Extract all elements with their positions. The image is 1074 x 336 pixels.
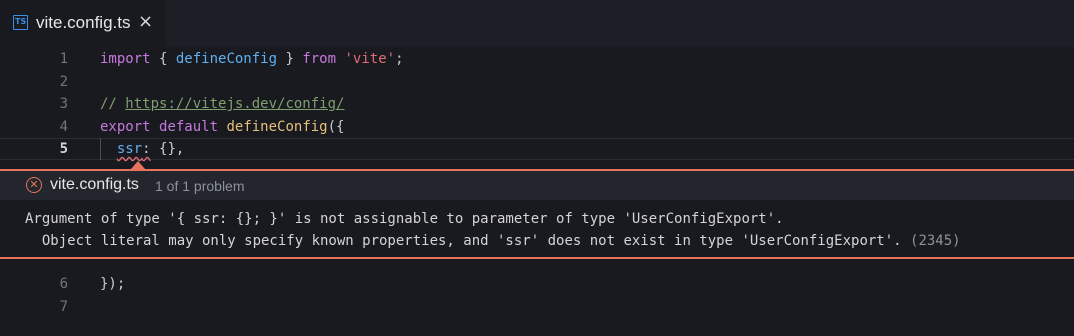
code-token: // xyxy=(100,96,126,112)
code-token: }); xyxy=(100,276,126,292)
code-line[interactable]: 1 import { defineConfig } from 'vite'; xyxy=(0,48,1074,70)
error-code: (2345) xyxy=(901,233,961,249)
code-token: : xyxy=(142,141,151,157)
code-token: { xyxy=(150,51,176,67)
code-token: from xyxy=(302,51,337,67)
line-number: 1 xyxy=(59,51,68,67)
close-icon[interactable]: × xyxy=(138,11,153,32)
code-token: {}, xyxy=(150,141,185,157)
line-number: 2 xyxy=(59,73,68,90)
tab-vite-config[interactable]: TS vite.config.ts × xyxy=(0,0,166,46)
code-token: defineConfig xyxy=(226,118,328,135)
typescript-file-icon: TS xyxy=(13,15,28,30)
peek-body: Argument of type '{ ssr: {}; }' is not a… xyxy=(0,200,1074,257)
code-token: 'vite' xyxy=(344,51,396,67)
code-line[interactable]: 5 ssr: {}, xyxy=(0,138,1074,160)
peek-problem-count: 1 of 1 problem xyxy=(155,178,245,194)
code-token: default xyxy=(159,118,219,135)
peek-header: ✕ vite.config.ts 1 of 1 problem xyxy=(0,171,1074,200)
code-token: import xyxy=(100,51,151,67)
code-line[interactable]: 2 xyxy=(0,71,1074,93)
code-token: ; xyxy=(395,51,404,67)
code-text: export default defineConfig({ xyxy=(100,116,344,138)
code-text: ssr: {}, xyxy=(100,138,184,160)
code-token: ssr xyxy=(116,141,143,157)
tab-label: vite.config.ts xyxy=(36,13,131,32)
line-number: 5 xyxy=(59,141,68,157)
code-line[interactable]: 4 export default defineConfig({ xyxy=(0,116,1074,138)
code-text: // https://vitejs.dev/config/ xyxy=(100,93,344,115)
code-token: ({ xyxy=(327,118,345,135)
code-text: import { defineConfig } from 'vite'; xyxy=(100,48,404,70)
error-message-text: Object literal may only specify known pr… xyxy=(25,233,902,249)
code-line[interactable]: 7 xyxy=(0,296,1074,318)
error-message-line-1: Argument of type '{ ssr: {}; }' is not a… xyxy=(25,211,784,227)
code-line[interactable]: 6}); xyxy=(0,273,1074,295)
code-token: } xyxy=(277,51,303,67)
code-line[interactable]: 3 // https://vitejs.dev/config/ xyxy=(0,93,1074,115)
error-message-line-2: Object literal may only specify known pr… xyxy=(25,233,961,249)
tab-bar: TS vite.config.ts × xyxy=(0,0,1074,46)
peek-arrow xyxy=(131,161,145,169)
error-circle-icon: ✕ xyxy=(26,177,42,193)
line-number: 4 xyxy=(59,118,68,135)
code-token: https://vitejs.dev/config/ xyxy=(125,96,345,112)
peek-file-name[interactable]: vite.config.ts xyxy=(50,176,139,194)
code-token: defineConfig xyxy=(175,51,278,67)
line-number: 6 xyxy=(59,276,68,292)
code-token: export xyxy=(100,118,151,135)
problem-peek-widget: ✕ vite.config.ts 1 of 1 problem Argument… xyxy=(0,169,1074,259)
line-number: 7 xyxy=(59,298,68,315)
line-number: 3 xyxy=(59,96,68,112)
code-text: }); xyxy=(100,273,125,295)
